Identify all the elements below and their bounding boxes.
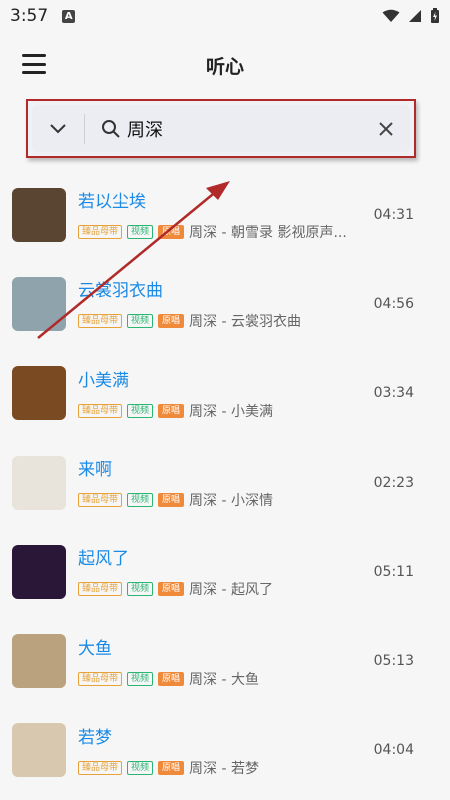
song-info: 来啊 臻品母带 视频 原唱 周深 - 小深情	[78, 455, 353, 510]
album-cover	[12, 276, 66, 331]
page-title: 听心	[205, 56, 244, 78]
battery-icon	[431, 8, 439, 23]
song-artist-album: 周深 - 云裳羽衣曲	[189, 314, 301, 331]
song-row[interactable]: 若以尘埃 臻品母带 视频 原唱 周深 - 朝雪录 影视原声... 04:31	[0, 170, 450, 259]
master-tag: 臻品母带	[78, 671, 123, 686]
original-tag: 原唱	[158, 225, 185, 240]
song-artist-album: 周深 - 若梦	[189, 760, 259, 777]
original-tag: 原唱	[158, 582, 185, 597]
song-artist-album: 周深 - 起风了	[189, 582, 273, 599]
song-row[interactable]: 来啊 臻品母带 视频 原唱 周深 - 小深情 02:23	[0, 438, 450, 527]
divider	[84, 113, 85, 144]
original-tag: 原唱	[158, 671, 185, 686]
master-tag: 臻品母带	[78, 225, 123, 240]
chevron-down-icon	[50, 123, 66, 133]
search-highlight-frame	[26, 99, 416, 158]
album-cover	[12, 723, 66, 778]
album-cover	[12, 634, 66, 689]
song-info: 大鱼 臻品母带 视频 原唱 周深 - 大鱼	[78, 634, 353, 689]
original-tag: 原唱	[158, 314, 185, 329]
song-artist-album: 周深 - 朝雪录 影视原声...	[189, 225, 347, 242]
video-tag: 视频	[127, 582, 154, 597]
song-info: 起风了 臻品母带 视频 原唱 周深 - 起风了	[78, 544, 353, 599]
video-tag: 视频	[127, 493, 154, 508]
song-row[interactable]: 云裳羽衣曲 臻品母带 视频 原唱 周深 - 云裳羽衣曲 04:56	[0, 259, 450, 348]
status-time: 3:57	[10, 6, 49, 26]
master-tag: 臻品母带	[78, 760, 123, 775]
song-info: 若以尘埃 臻品母带 视频 原唱 周深 - 朝雪录 影视原声...	[78, 187, 353, 242]
album-cover	[12, 455, 66, 510]
song-info: 云裳羽衣曲 臻品母带 视频 原唱 周深 - 云裳羽衣曲	[78, 276, 353, 331]
video-tag: 视频	[127, 225, 154, 240]
song-meta: 臻品母带 视频 原唱 周深 - 小美满	[78, 401, 353, 421]
song-meta: 臻品母带 视频 原唱 周深 - 小深情	[78, 490, 353, 510]
album-cover	[12, 187, 66, 242]
wifi-icon	[382, 9, 400, 22]
song-title: 来啊	[78, 460, 112, 481]
master-tag: 臻品母带	[78, 403, 123, 418]
song-artist-album: 周深 - 大鱼	[189, 671, 259, 688]
video-tag: 视频	[127, 314, 154, 329]
song-artist-album: 周深 - 小深情	[189, 493, 273, 510]
song-duration: 05:13	[373, 653, 414, 670]
search-bar	[32, 105, 410, 152]
original-tag: 原唱	[158, 760, 185, 775]
status-icons	[382, 8, 440, 24]
song-info: 若梦 臻品母带 视频 原唱 周深 - 若梦	[78, 723, 353, 778]
song-title: 起风了	[78, 549, 129, 570]
original-tag: 原唱	[158, 403, 185, 418]
song-meta: 臻品母带 视频 原唱 周深 - 起风了	[78, 579, 353, 599]
song-duration: 04:04	[373, 742, 414, 759]
original-tag: 原唱	[158, 493, 185, 508]
song-row[interactable]: 起风了 臻品母带 视频 原唱 周深 - 起风了 05:11	[0, 527, 450, 616]
master-tag: 臻品母带	[78, 314, 123, 329]
video-tag: 视频	[127, 403, 154, 418]
song-title: 云裳羽衣曲	[78, 281, 163, 302]
search-input[interactable]	[127, 118, 357, 139]
song-title: 若以尘埃	[78, 192, 146, 213]
notification-a-icon: A	[62, 9, 76, 23]
song-row[interactable]: 若梦 臻品母带 视频 原唱 周深 - 若梦 04:04	[0, 706, 450, 795]
app-header: 听心	[0, 32, 450, 100]
song-meta: 臻品母带 视频 原唱 周深 - 若梦	[78, 758, 353, 778]
clear-icon[interactable]	[378, 121, 394, 137]
signal-icon	[409, 10, 421, 22]
song-info: 小美满 臻品母带 视频 原唱 周深 - 小美满	[78, 366, 353, 421]
album-cover	[12, 366, 66, 421]
song-title: 大鱼	[78, 638, 112, 659]
song-duration: 05:11	[373, 563, 414, 580]
song-duration: 02:23	[373, 474, 414, 491]
song-title: 若梦	[78, 727, 112, 748]
song-row[interactable]: 小美满 臻品母带 视频 原唱 周深 - 小美满 03:34	[0, 349, 450, 438]
song-meta: 臻品母带 视频 原唱 周深 - 云裳羽衣曲	[78, 311, 353, 331]
search-type-dropdown[interactable]	[32, 105, 84, 152]
song-duration: 03:34	[373, 385, 414, 402]
song-row[interactable]: 大鱼 臻品母带 视频 原唱 周深 - 大鱼 05:13	[0, 616, 450, 705]
status-bar: 3:57 A	[0, 0, 450, 32]
song-duration: 04:56	[373, 295, 414, 312]
master-tag: 臻品母带	[78, 582, 123, 597]
video-tag: 视频	[127, 671, 154, 686]
song-meta: 臻品母带 视频 原唱 周深 - 大鱼	[78, 669, 353, 689]
search-icon	[102, 119, 120, 138]
song-list: 若以尘埃 臻品母带 视频 原唱 周深 - 朝雪录 影视原声... 04:31 云…	[0, 170, 450, 795]
song-artist-album: 周深 - 小美满	[189, 403, 273, 420]
video-tag: 视频	[127, 760, 154, 775]
master-tag: 臻品母带	[78, 493, 123, 508]
song-meta: 臻品母带 视频 原唱 周深 - 朝雪录 影视原声...	[78, 222, 353, 242]
song-title: 小美满	[78, 370, 129, 391]
song-duration: 04:31	[373, 206, 414, 223]
album-cover	[12, 544, 66, 599]
